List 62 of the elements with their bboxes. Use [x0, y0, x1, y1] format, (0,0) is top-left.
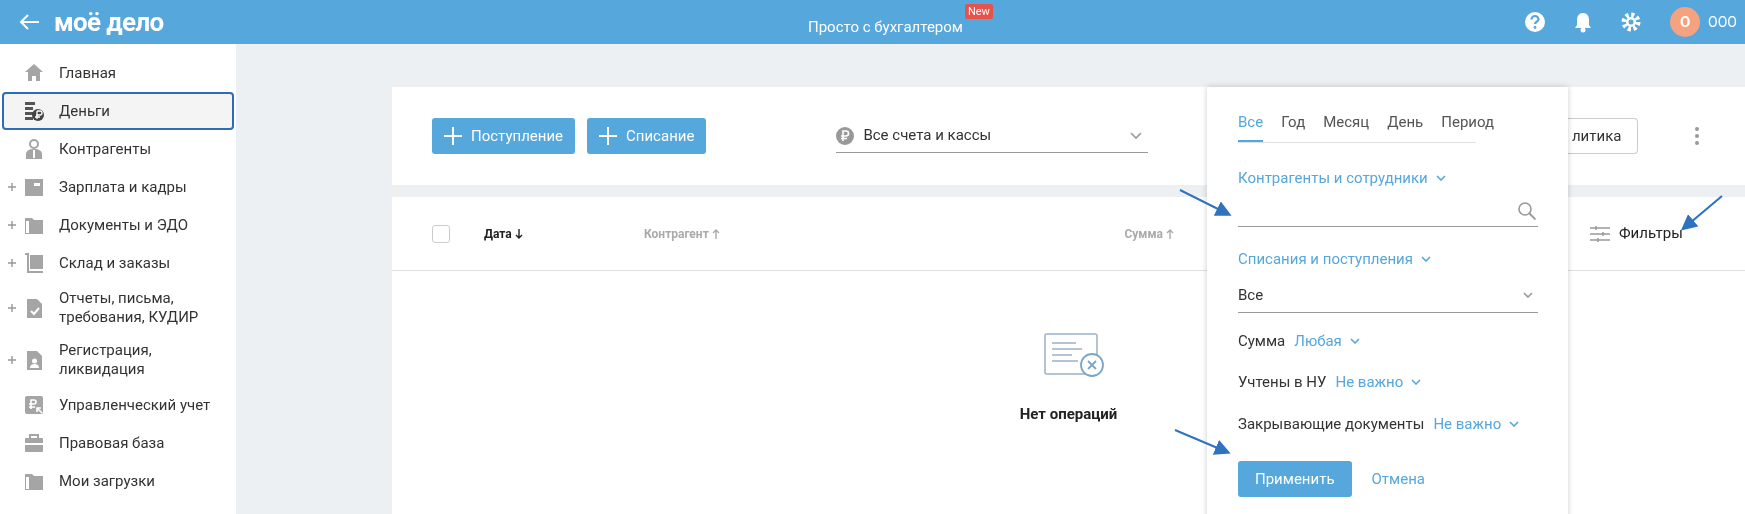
chevron-down-icon	[1130, 131, 1143, 140]
sidebar-item[interactable]: Регистрация, ликвидация	[2, 334, 234, 386]
period-tab[interactable]: Период	[1441, 111, 1495, 142]
column-header[interactable]: Дата	[484, 224, 644, 243]
sidebar-item[interactable]: Склад и заказы	[2, 244, 234, 282]
empty-state-text: Нет операций	[1019, 404, 1118, 425]
filters-button[interactable]: Фильтры	[1590, 222, 1683, 245]
period-tab[interactable]: Год	[1281, 111, 1306, 142]
sidebar-item[interactable]: Отчеты, письма, требования, КУДИР	[2, 282, 234, 334]
sidebar-item[interactable]: Зарплата и кадры	[2, 168, 234, 206]
annotation-arrow	[1174, 429, 1231, 455]
sidebar-item[interactable]: Управленческий учет	[2, 386, 234, 424]
select-all-checkbox[interactable]	[432, 224, 450, 243]
settings-icon[interactable]	[1620, 11, 1643, 33]
ruble-icon	[836, 126, 855, 145]
more-icon[interactable]	[1695, 127, 1700, 145]
chevron-down-icon	[1411, 379, 1422, 386]
bell-icon[interactable]	[1573, 11, 1594, 33]
menu-item-icon	[23, 252, 45, 274]
sidebar-item[interactable]: Правовая база	[2, 424, 234, 462]
filter-label: Учтены в НУ	[1238, 372, 1327, 393]
sidebar-item[interactable]: Контрагенты	[2, 130, 234, 168]
filter-label: Закрывающие документы	[1238, 413, 1425, 435]
operations-select[interactable]: Все	[1238, 278, 1538, 313]
account-select[interactable]: Все счета и кассы	[836, 119, 1149, 153]
analytics-button[interactable]: литика	[1568, 118, 1639, 154]
search-icon	[1518, 201, 1536, 220]
period-tab[interactable]: День	[1387, 111, 1424, 142]
period-tab[interactable]: Месяц	[1323, 111, 1370, 142]
annotation-arrow	[1680, 195, 1723, 231]
help-icon[interactable]	[1524, 11, 1547, 33]
chevron-down-icon	[1509, 420, 1520, 427]
plus-icon[interactable]	[8, 356, 16, 364]
sidebar-item[interactable]: Мои загрузки	[2, 462, 234, 500]
back-arrow-icon[interactable]	[18, 13, 40, 31]
sidebar-item[interactable]: Документы и ЭДО	[2, 206, 234, 244]
plus-icon[interactable]	[8, 183, 16, 191]
filter-label: Сумма	[1238, 330, 1286, 352]
plus-icon[interactable]	[8, 304, 16, 312]
menu-item-icon	[23, 100, 45, 122]
menu-item-icon	[23, 62, 45, 84]
sidebar-item[interactable]: Главная	[2, 54, 234, 92]
sliders-icon	[1590, 225, 1610, 242]
sidebar-item[interactable]: Деньги	[2, 92, 234, 130]
chevron-down-icon	[1435, 174, 1446, 181]
plus-icon[interactable]	[8, 221, 16, 229]
menu-item-icon	[23, 138, 45, 160]
plus-icon	[444, 127, 462, 145]
arrow-up-icon	[1166, 229, 1174, 240]
empty-document-icon	[1043, 333, 1106, 379]
chevron-down-icon	[1349, 337, 1360, 344]
chevron-down-icon	[1523, 292, 1533, 298]
menu-item-icon	[23, 432, 45, 454]
menu-item-icon	[23, 394, 45, 416]
annotation-arrow	[1179, 189, 1232, 216]
new-badge: New	[964, 4, 993, 19]
plus-icon	[599, 127, 618, 145]
chevron-down-icon	[1421, 256, 1431, 263]
plus-icon[interactable]	[8, 259, 16, 267]
menu-item-icon	[23, 176, 45, 198]
arrow-up-icon	[711, 229, 720, 240]
arrow-down-icon	[514, 229, 523, 240]
